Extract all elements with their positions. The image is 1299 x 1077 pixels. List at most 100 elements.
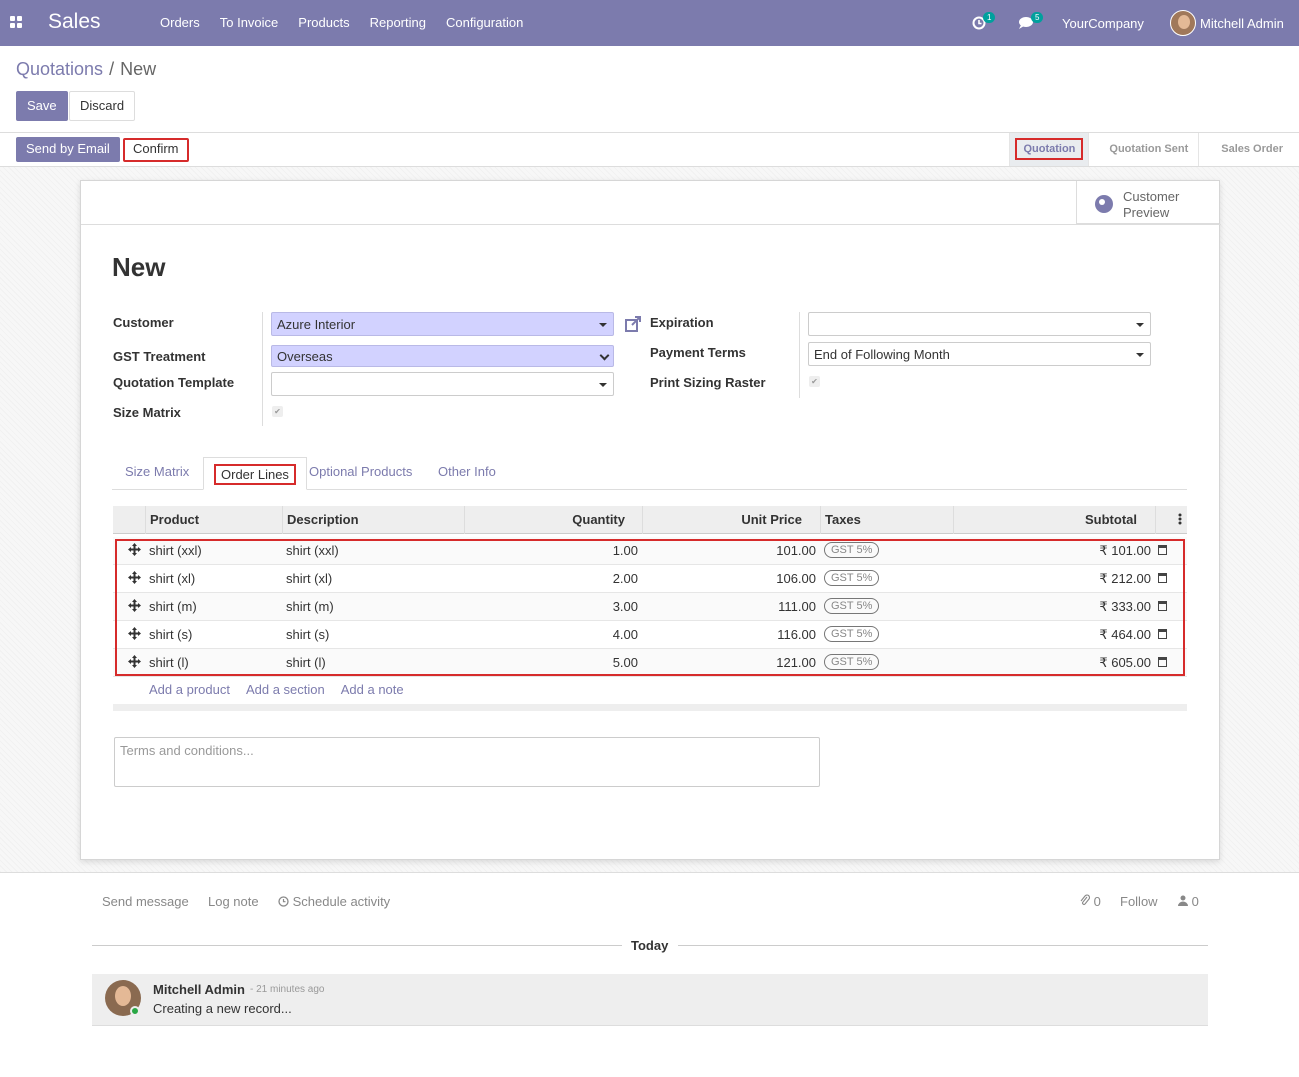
chatter-message: Mitchell Admin - 21 minutes ago Creating…	[92, 974, 1208, 1026]
activity-menu[interactable]: 1	[972, 0, 998, 46]
dropdown-caret-icon	[1136, 353, 1144, 357]
send-by-email-button[interactable]: Send by Email	[16, 137, 120, 162]
schedule-activity-button[interactable]: Schedule activity	[278, 894, 390, 909]
gst-treatment-select[interactable]: Overseas	[271, 345, 614, 367]
apps-menu-icon[interactable]	[10, 16, 22, 28]
menu-products[interactable]: Products	[298, 15, 349, 30]
column-product[interactable]: Product	[145, 506, 284, 534]
table-row[interactable]: shirt (l) shirt (l) 5.00 121.00 GST 5% ₹…	[113, 649, 1187, 677]
tax-badge: GST 5%	[824, 626, 880, 642]
add-section-link[interactable]: Add a section	[246, 682, 325, 697]
stage-sales-order[interactable]: Sales Order	[1198, 133, 1299, 166]
menu-orders[interactable]: Orders	[160, 15, 200, 30]
external-link-icon[interactable]	[624, 315, 642, 333]
tax-badge: GST 5%	[824, 570, 880, 586]
payment-terms-field[interactable]: End of Following Month	[808, 342, 1151, 366]
globe-icon	[1095, 195, 1113, 213]
stage-quotation-sent[interactable]: Quotation Sent	[1088, 133, 1198, 166]
menu-reporting[interactable]: Reporting	[370, 15, 426, 30]
table-row[interactable]: shirt (xxl) shirt (xxl) 1.00 101.00 GST …	[113, 537, 1187, 565]
expiration-label: Expiration	[650, 315, 714, 330]
drag-handle-icon[interactable]	[128, 571, 141, 584]
menu-configuration[interactable]: Configuration	[446, 15, 523, 30]
table-row[interactable]: shirt (s) shirt (s) 4.00 116.00 GST 5% ₹…	[113, 621, 1187, 649]
date-separator-label: Today	[631, 938, 669, 953]
trash-icon[interactable]	[1158, 573, 1167, 583]
confirm-button[interactable]: Confirm	[123, 138, 189, 162]
record-title: New	[112, 252, 166, 282]
field-separator	[799, 312, 800, 398]
tab-order-lines[interactable]: Order Lines	[203, 457, 307, 490]
tab-size-matrix[interactable]: Size Matrix	[125, 464, 189, 479]
trash-icon[interactable]	[1158, 629, 1167, 639]
main-menu: Orders To Invoice Products Reporting Con…	[150, 15, 533, 30]
add-product-link[interactable]: Add a product	[149, 682, 230, 697]
column-options-icon[interactable]	[1155, 506, 1187, 534]
tax-badge: GST 5%	[824, 598, 880, 614]
stage-quotation[interactable]: Quotation	[1009, 133, 1089, 166]
product-cell: shirt (xl)	[149, 571, 196, 586]
user-name: Mitchell Admin	[1200, 15, 1284, 31]
messaging-menu[interactable]: 5	[1018, 0, 1046, 46]
message-timestamp: - 21 minutes ago	[250, 984, 325, 995]
drag-handle-icon[interactable]	[128, 543, 141, 556]
column-taxes[interactable]: Taxes	[820, 506, 953, 534]
field-separator	[262, 312, 263, 426]
product-cell: shirt (s)	[149, 627, 193, 642]
customer-field[interactable]: Azure Interior	[271, 312, 614, 336]
followers-button[interactable]: 0	[1178, 894, 1199, 909]
column-quantity[interactable]: Quantity	[464, 506, 642, 534]
customer-preview-button[interactable]: Customer Preview	[1076, 181, 1219, 224]
user-menu[interactable]: Mitchell Admin	[1170, 0, 1284, 46]
dropdown-caret-icon	[599, 323, 607, 327]
follow-button[interactable]: Follow	[1120, 894, 1158, 909]
quantity-cell: 5.00	[612, 655, 638, 670]
discard-button[interactable]: Discard	[69, 91, 136, 121]
send-message-button[interactable]: Send message	[102, 894, 189, 909]
description-cell: shirt (s)	[286, 627, 330, 642]
subtotal-cell: ₹ 605.00	[1099, 655, 1151, 670]
expiration-date-field[interactable]	[808, 312, 1151, 336]
trash-icon[interactable]	[1158, 601, 1167, 611]
save-button[interactable]: Save	[16, 91, 68, 121]
add-note-link[interactable]: Add a note	[341, 682, 404, 697]
message-author[interactable]: Mitchell Admin	[153, 982, 245, 997]
price-cell: 101.00	[776, 543, 816, 558]
chevron-down-icon	[599, 350, 610, 361]
column-subtotal[interactable]: Subtotal	[953, 506, 1155, 534]
price-cell: 121.00	[776, 655, 816, 670]
messages-badge: 5	[1031, 11, 1044, 23]
column-description[interactable]: Description	[282, 506, 464, 534]
trash-icon[interactable]	[1158, 545, 1167, 555]
breadcrumb-parent[interactable]: Quotations	[16, 59, 103, 79]
product-cell: shirt (l)	[149, 655, 189, 670]
trash-icon[interactable]	[1158, 657, 1167, 667]
subtotal-cell: ₹ 101.00	[1099, 543, 1151, 558]
table-row[interactable]: shirt (xl) shirt (xl) 2.00 106.00 GST 5%…	[113, 565, 1187, 593]
quotation-template-field[interactable]	[271, 372, 614, 396]
clock-icon	[278, 896, 289, 907]
table-row[interactable]: shirt (m) shirt (m) 3.00 111.00 GST 5% ₹…	[113, 593, 1187, 621]
tab-other-info[interactable]: Other Info	[438, 464, 496, 479]
drag-handle-icon[interactable]	[128, 627, 141, 640]
company-switcher[interactable]: YourCompany	[1062, 0, 1144, 46]
drag-handle-icon[interactable]	[128, 655, 141, 668]
size-matrix-checkbox[interactable]: ✔	[272, 406, 283, 417]
product-cell: shirt (xxl)	[149, 543, 202, 558]
gst-treatment-label: GST Treatment	[113, 349, 206, 364]
log-note-button[interactable]: Log note	[208, 894, 259, 909]
terms-textarea[interactable]: Terms and conditions...	[114, 737, 820, 787]
drag-handle-icon[interactable]	[128, 599, 141, 612]
sheet-divider	[81, 224, 1221, 225]
customer-preview-label: Customer Preview	[1123, 189, 1180, 220]
print-raster-checkbox[interactable]: ✔	[809, 376, 820, 387]
app-name[interactable]: Sales	[48, 10, 101, 34]
subtotal-cell: ₹ 212.00	[1099, 571, 1151, 586]
subtotal-cell: ₹ 464.00	[1099, 627, 1151, 642]
attachments-button[interactable]: 0	[1080, 894, 1101, 909]
message-body: Creating a new record...	[153, 1001, 292, 1016]
menu-to-invoice[interactable]: To Invoice	[220, 15, 279, 30]
column-unit-price[interactable]: Unit Price	[642, 506, 820, 534]
price-cell: 116.00	[777, 627, 816, 642]
tab-optional-products[interactable]: Optional Products	[309, 464, 412, 479]
